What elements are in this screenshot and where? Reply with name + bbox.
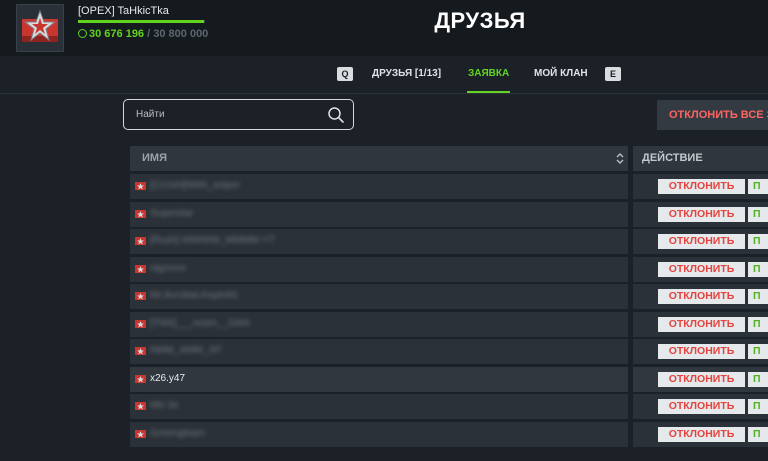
rank-flag-icon (135, 292, 146, 300)
active-tab-indicator (467, 91, 510, 93)
accept-button[interactable]: П (748, 262, 768, 277)
row-actions: ОТКЛОНИТЬ П (633, 312, 768, 337)
player-nickname: [TNN]___resim__DAN (150, 318, 250, 329)
accept-button[interactable]: П (748, 427, 768, 442)
rank-flag-icon (135, 210, 146, 218)
reject-button[interactable]: ОТКЛОНИТЬ (658, 372, 745, 387)
tab-friends[interactable]: ДРУЗЬЯ [1/13] (372, 68, 441, 79)
search-box[interactable] (123, 99, 354, 130)
rank-flag-icon (135, 320, 146, 328)
table-row[interactable]: [Rush]-WWWW_MMMM-YT (130, 229, 628, 254)
next-tab-key[interactable]: E (605, 67, 621, 81)
player-nickname: nigmore (150, 263, 187, 274)
accept-button[interactable]: П (748, 344, 768, 359)
tab-requests[interactable]: ЗАЯВКА (468, 68, 509, 79)
column-header-action: ДЕЙСТВИЕ (633, 146, 768, 171)
accept-button[interactable]: П (748, 234, 768, 249)
rank-flag-icon (135, 402, 146, 410)
row-actions: ОТКЛОНИТЬ П (633, 174, 768, 199)
player-nickname: Mtr-3s (150, 400, 179, 411)
table-row[interactable]: x26.y47 (130, 367, 628, 392)
rank-flag-icon (135, 182, 146, 190)
player-nickname: Superstar (150, 208, 194, 219)
reject-button[interactable]: ОТКЛОНИТЬ (658, 234, 745, 249)
reject-button[interactable]: ОТКЛОНИТЬ (658, 427, 745, 442)
column-header-name[interactable]: ИМЯ (130, 146, 628, 171)
reject-button[interactable]: ОТКЛОНИТЬ (658, 317, 745, 332)
row-actions: ОТКЛОНИТЬ П (633, 422, 768, 447)
reject-button[interactable]: ОТКЛОНИТЬ (658, 179, 745, 194)
row-actions: ОТКЛОНИТЬ П (633, 339, 768, 364)
reject-button[interactable]: ОТКЛОНИТЬ (658, 289, 745, 304)
row-actions: ОТКЛОНИТЬ П (633, 229, 768, 254)
column-header-name-label: ИМЯ (142, 152, 167, 164)
accept-button[interactable]: П (748, 289, 768, 304)
player-nickname: [CrUsH]NNN_sniper (150, 180, 241, 191)
table-row[interactable]: nigmore (130, 257, 628, 282)
table-row[interactable]: [CrUsH]NNN_sniper (130, 174, 628, 199)
reject-button[interactable]: ОТКЛОНИТЬ (658, 344, 745, 359)
rank-flag-icon (135, 430, 146, 438)
row-actions: ОТКЛОНИТЬ П (633, 367, 768, 392)
table-row[interactable]: [TNN]___resim__DAN (130, 312, 628, 337)
row-actions: ОТКЛОНИТЬ П (633, 257, 768, 282)
tab-my-clan[interactable]: МОЙ КЛАН (534, 68, 588, 79)
player-nickname: x26.y47 (150, 373, 186, 384)
accept-button[interactable]: П (748, 207, 768, 222)
player-nickname: [Rush]-WWWW_MMMM-YT (150, 235, 275, 246)
table-row[interactable]: Greengleam (130, 422, 628, 447)
search-input[interactable] (134, 108, 318, 121)
accept-button[interactable]: П (748, 399, 768, 414)
table-row[interactable]: Mtr-3s (130, 394, 628, 419)
table-row[interactable]: Mr.Acrobat.Keptn91 (130, 284, 628, 309)
player-nickname: Greengleam (150, 428, 206, 439)
rank-flag-icon (135, 265, 146, 273)
row-actions: ОТКЛОНИТЬ П (633, 284, 768, 309)
table-row[interactable]: NMM_AMM_XP (130, 339, 628, 364)
reject-all-button[interactable]: ОТКЛОНИТЬ ВСЕ З (657, 100, 768, 130)
sort-icon[interactable] (616, 152, 624, 165)
page-title: ДРУЗЬЯ (434, 8, 526, 33)
reject-button[interactable]: ОТКЛОНИТЬ (658, 207, 745, 222)
prev-tab-key[interactable]: Q (337, 67, 353, 81)
rank-flag-icon (135, 237, 146, 245)
rank-flag-icon (135, 375, 146, 383)
rank-flag-icon (135, 347, 146, 355)
row-actions: ОТКЛОНИТЬ П (633, 202, 768, 227)
row-actions: ОТКЛОНИТЬ П (633, 394, 768, 419)
player-nickname: NMM_AMM_XP (150, 345, 222, 356)
reject-button[interactable]: ОТКЛОНИТЬ (658, 399, 745, 414)
table-row[interactable]: Superstar (130, 202, 628, 227)
accept-button[interactable]: П (748, 372, 768, 387)
accept-button[interactable]: П (748, 317, 768, 332)
player-nickname: Mr.Acrobat.Keptn91 (150, 290, 239, 301)
search-icon[interactable] (327, 106, 345, 124)
reject-button[interactable]: ОТКЛОНИТЬ (658, 262, 745, 277)
accept-button[interactable]: П (748, 179, 768, 194)
